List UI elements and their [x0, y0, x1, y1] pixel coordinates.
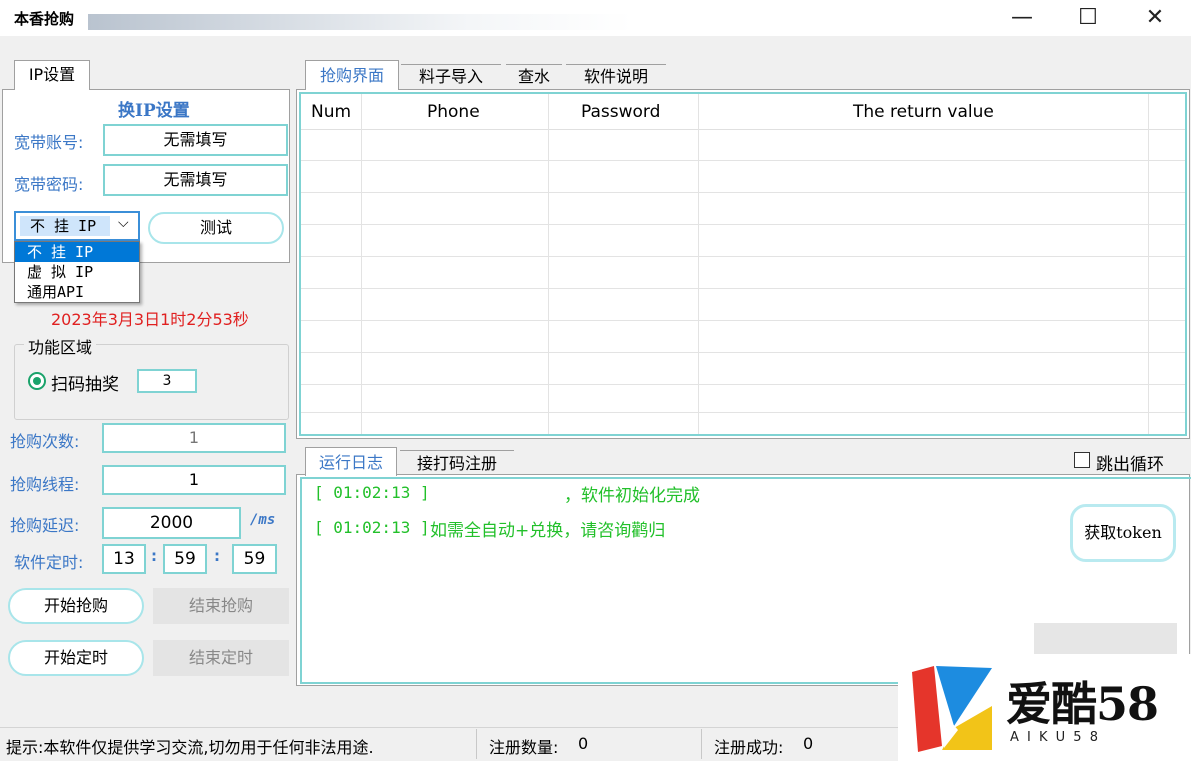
title-gradient: [88, 14, 633, 30]
radio-dot: [33, 377, 41, 385]
grid-line: [301, 256, 1185, 257]
password-label: 宽带密码:: [14, 175, 84, 194]
end-timer-button[interactable]: 结束定时: [153, 640, 289, 676]
end-buy-button[interactable]: 结束抢购: [153, 588, 289, 624]
start-timer-button[interactable]: 开始定时: [8, 640, 144, 676]
window-title: 本香抢购: [14, 10, 75, 28]
ip-mode-dropdown: 不 挂 IP 虚 拟 IP 通用API: [14, 241, 140, 303]
radio-label: 扫码抽奖: [51, 375, 119, 395]
blank-panel: [1034, 623, 1177, 655]
account-label: 宽带账号:: [14, 133, 84, 152]
radio-button[interactable]: [28, 372, 46, 390]
watermark-sub: A I K U 5 8: [1010, 730, 1100, 745]
timer-label: 软件定时:: [14, 553, 84, 572]
start-buy-button[interactable]: 开始抢购: [8, 588, 144, 624]
grid-line: [548, 94, 549, 434]
thread-field[interactable]: 1: [102, 465, 286, 495]
reg-success-value: 0: [803, 734, 814, 753]
account-field[interactable]: 无需填写: [103, 124, 288, 156]
reg-count-value: 0: [578, 734, 589, 753]
grid-line: [361, 94, 362, 434]
test-button[interactable]: 测试: [148, 212, 284, 244]
tab-captcha-register[interactable]: 接打码注册: [400, 450, 514, 475]
reg-success-label: 注册成功:: [714, 738, 784, 757]
count-label: 抢购次数:: [10, 432, 80, 451]
grid-line: [301, 192, 1185, 193]
grid-line: [301, 384, 1185, 385]
expiry-date: 2023年3月3日1时2分53秒: [51, 310, 249, 329]
dropdown-option[interactable]: 不 挂 IP: [15, 242, 139, 262]
timer-hour-field[interactable]: 13: [102, 544, 146, 574]
delay-field[interactable]: 2000: [102, 507, 241, 539]
tab-software-info[interactable]: 软件说明: [566, 64, 666, 90]
loop-checkbox[interactable]: [1074, 452, 1090, 468]
function-group-title: 功能区域: [24, 334, 97, 358]
timer-minute-field[interactable]: 59: [163, 544, 207, 574]
grid-line: [301, 288, 1185, 289]
log-text: ，软件初始化完成: [564, 486, 700, 506]
delay-label: 抢购延迟:: [10, 516, 80, 535]
minimize-button[interactable]: —: [992, 0, 1052, 34]
grid-line: [301, 412, 1185, 413]
column-header[interactable]: The return value: [853, 102, 994, 122]
tab-run-log[interactable]: 运行日志: [305, 447, 397, 476]
radio-value-field[interactable]: 3: [137, 369, 197, 393]
aiku-logo-icon: [912, 666, 992, 752]
column-header[interactable]: Num: [311, 102, 351, 122]
tab-buy-interface[interactable]: 抢购界面: [305, 60, 399, 90]
column-header[interactable]: Phone: [427, 102, 480, 122]
log-time: [ 01:02:13 ]: [314, 483, 430, 502]
chevron-down-icon: ⌵: [118, 215, 129, 231]
delay-unit: /ms: [250, 512, 276, 528]
ip-mode-select[interactable]: 不 挂 IP ⌵: [14, 211, 140, 241]
tab-material-import[interactable]: 料子导入: [401, 64, 501, 90]
status-divider: [701, 729, 702, 759]
section-title: 换IP设置: [118, 101, 190, 121]
tab-ip-settings[interactable]: IP设置: [14, 60, 90, 90]
maximize-button[interactable]: ☐: [1058, 0, 1118, 34]
watermark-text: 爱酷58: [1006, 677, 1159, 731]
tab-check-water[interactable]: 查水: [506, 64, 562, 90]
log-text: 如需全自动+兑换，请咨询鹳归: [430, 521, 666, 541]
timer-separator: :: [214, 547, 220, 565]
grid-line: [301, 320, 1185, 321]
status-tip: 提示:本软件仅提供学习交流,切勿用于任何非法用途.: [6, 738, 374, 757]
data-table[interactable]: Num Phone Password The return value: [299, 92, 1187, 436]
reg-count-label: 注册数量:: [489, 738, 559, 757]
thread-label: 抢购线程:: [10, 475, 80, 494]
grid-line: [301, 160, 1185, 161]
timer-separator: :: [151, 547, 157, 565]
grid-line: [1148, 94, 1149, 434]
password-field[interactable]: 无需填写: [103, 164, 288, 196]
close-button[interactable]: ✕: [1125, 0, 1185, 34]
log-time: [ 01:02:13 ]: [314, 518, 430, 537]
ip-mode-selected: 不 挂 IP: [20, 216, 110, 236]
status-divider: [476, 729, 477, 759]
grid-line: [301, 352, 1185, 353]
column-header[interactable]: Password: [581, 102, 660, 122]
dropdown-option[interactable]: 虚 拟 IP: [15, 262, 139, 282]
dropdown-option[interactable]: 通用API: [15, 282, 139, 302]
count-field[interactable]: 1: [102, 423, 286, 453]
grid-line: [301, 224, 1185, 225]
loop-checkbox-label: 跳出循环: [1096, 455, 1164, 475]
get-token-button[interactable]: 获取token: [1070, 504, 1176, 562]
grid-line: [698, 94, 699, 434]
watermark: 爱酷58 A I K U 5 8: [898, 654, 1191, 761]
timer-second-field[interactable]: 59: [232, 544, 277, 574]
